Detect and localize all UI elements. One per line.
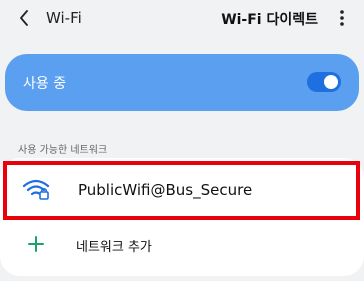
wifi-direct-button[interactable]: Wi-Fi 다이렉트 bbox=[221, 9, 318, 29]
wifi-settings-screen: Wi-Fi Wi-Fi 다이렉트 사용 중 사용 가능한 네트워크 Public… bbox=[0, 0, 364, 281]
back-chevron-icon bbox=[20, 10, 28, 26]
page-title: Wi-Fi bbox=[46, 9, 82, 27]
wifi-master-switch-card[interactable]: 사용 중 bbox=[5, 54, 359, 111]
network-row-publicwifi[interactable]: PublicWifi@Bus_Secure bbox=[0, 160, 364, 220]
add-network-button[interactable]: 네트워크 추가 bbox=[0, 224, 364, 268]
available-networks-header: 사용 가능한 네트워크 bbox=[18, 145, 108, 156]
more-vertical-icon bbox=[340, 10, 344, 26]
wifi-secured-icon bbox=[22, 179, 50, 200]
network-name: PublicWifi@Bus_Secure bbox=[78, 181, 253, 199]
master-switch-label: 사용 중 bbox=[23, 76, 67, 92]
more-options-button[interactable] bbox=[334, 8, 350, 28]
add-network-label: 네트워크 추가 bbox=[76, 240, 152, 255]
plus-icon bbox=[28, 236, 44, 252]
network-list-card: PublicWifi@Bus_Secure 네트워크 추가 bbox=[0, 158, 364, 276]
back-button[interactable] bbox=[14, 7, 34, 29]
app-bar: Wi-Fi Wi-Fi 다이렉트 bbox=[0, 0, 364, 36]
toggle-knob bbox=[324, 75, 338, 89]
wifi-toggle-switch[interactable] bbox=[307, 72, 341, 92]
